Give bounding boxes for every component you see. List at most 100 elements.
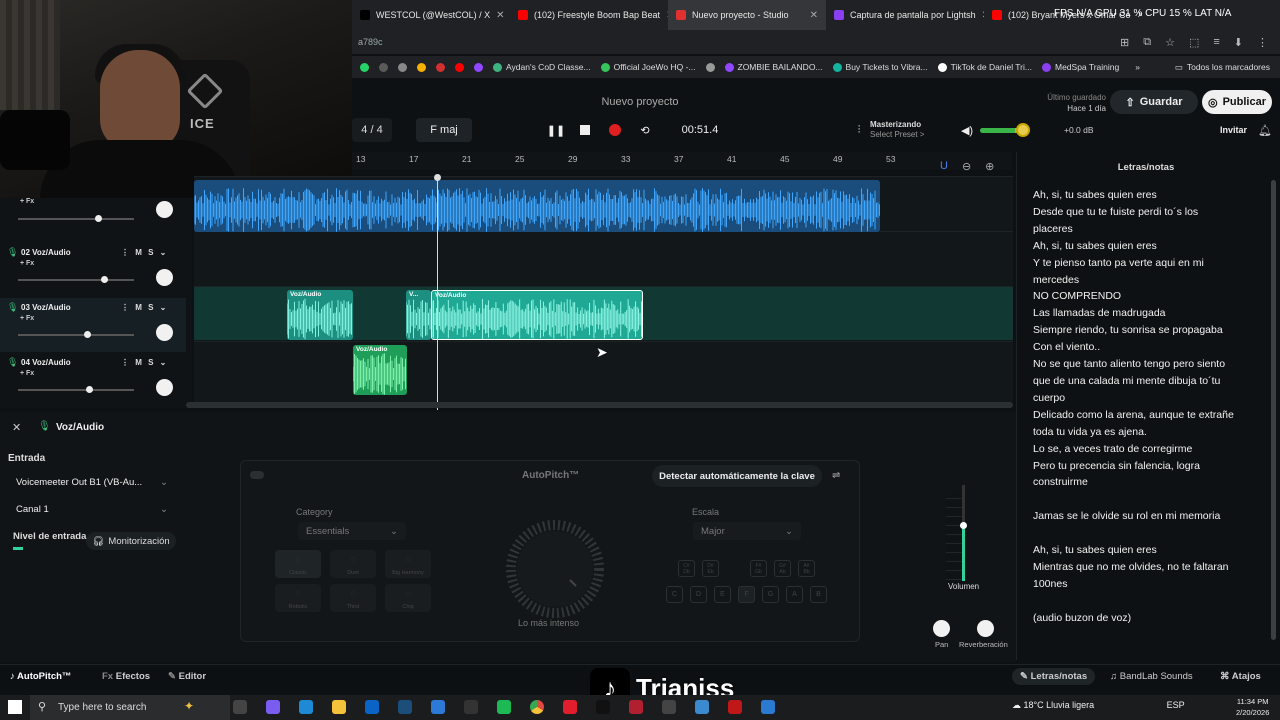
sharp-note-key[interactable]: A# Bb [798, 560, 815, 577]
note-key[interactable]: D [690, 586, 707, 603]
track-header[interactable]: 🎙︎ 04 Voz/Audio ⋮ M S ⌄ + Fx [0, 353, 186, 407]
spotify-icon[interactable] [497, 700, 511, 714]
note-key[interactable]: E [714, 586, 731, 603]
browser-tab[interactable]: Captura de pantalla por Lightsh✕ [826, 0, 984, 30]
outlook-icon[interactable] [365, 700, 379, 714]
monitoring-button[interactable]: 🎧︎ Monitorización [86, 532, 176, 550]
track-volume-slider[interactable] [18, 279, 134, 281]
note-key[interactable]: C [666, 586, 683, 603]
tab-effects[interactable]: Fx Efectos [102, 671, 150, 682]
channel-dropdown[interactable]: Canal 1 ⌄ [8, 499, 176, 519]
save-button[interactable]: ⇧ Guardar [1110, 90, 1198, 114]
mastering-selector[interactable]: Masterizando Select Preset > [870, 120, 970, 140]
speaker-icon[interactable]: ◀) [960, 118, 974, 142]
bookmark-item[interactable] [436, 62, 445, 72]
tracks-area[interactable]: Voz/Audio V... Voz/Audio Voz/Audio [194, 176, 1013, 402]
close-tab-icon[interactable]: ✕ [810, 10, 818, 21]
bookmark-item[interactable] [705, 62, 715, 72]
task-view-icon[interactable] [233, 700, 247, 714]
file-explorer-icon[interactable] [332, 700, 346, 714]
intensity-knob[interactable] [500, 514, 610, 624]
audio-clip[interactable]: Voz/Audio [431, 290, 643, 340]
track-volume-slider[interactable] [18, 334, 134, 336]
bookmark-item[interactable]: TikTok de Daniel Tri... [937, 62, 1032, 72]
copilot-icon[interactable] [266, 700, 280, 714]
pause-button[interactable]: ❚❚ [545, 118, 567, 142]
track-fx-button[interactable]: + Fx [20, 260, 34, 267]
effect-button[interactable]: ◌ Duet [330, 550, 376, 578]
audio-clip[interactable]: Voz/Audio [353, 345, 407, 395]
bookmark-item[interactable]: Buy Tickets to Vibra... [832, 62, 928, 72]
autopitch-toggle[interactable] [250, 471, 264, 479]
volume-fader[interactable] [962, 485, 965, 581]
track-volume-handle[interactable] [95, 215, 103, 222]
bookmark-item[interactable] [398, 62, 407, 72]
track-volume-handle[interactable] [85, 386, 93, 393]
track-pan-knob[interactable] [156, 269, 173, 286]
sharp-note-key[interactable]: F# Gb [750, 560, 767, 577]
browser-tab[interactable]: (102) Freestyle Boom Bap Beat✕ [510, 0, 668, 30]
app-icon[interactable] [629, 700, 643, 714]
reverb-knob[interactable] [977, 620, 994, 637]
note-key[interactable]: B [810, 586, 827, 603]
audio-clip[interactable] [194, 180, 880, 232]
magnet-icon[interactable]: U [940, 160, 948, 173]
bookmark-item[interactable]: MedSpa Training [1041, 62, 1119, 72]
category-dropdown[interactable]: Essentials ⌄ [298, 522, 406, 540]
effect-button[interactable]: ◌ Big Harmony [385, 550, 431, 578]
track-volume-handle[interactable] [101, 276, 108, 283]
copilot-sparkle-icon[interactable]: ✦ [184, 699, 194, 713]
windows-start-icon[interactable] [8, 700, 22, 714]
zoom-in-icon[interactable]: ⊕ [985, 160, 994, 173]
install-icon[interactable]: ⊞ [1120, 36, 1129, 49]
taskbar-clock[interactable]: 11:34 PM 2/20/2026 [1236, 696, 1269, 718]
bookmark-item[interactable]: ZOMBIE BAILANDO... [724, 62, 823, 72]
extensions-icon[interactable]: ⬚ [1189, 36, 1199, 49]
bookmark-item[interactable]: Official JoeWo HQ -... [600, 62, 696, 72]
track-header[interactable]: 🎙︎ 03 Voz/Audio ⋮ M S ⌄ + Fx [0, 298, 186, 352]
menu-icon[interactable]: ⋮ [1257, 36, 1268, 49]
tab-editor[interactable]: ✎ Editor [168, 671, 206, 682]
lyrics-editor[interactable]: Ah, si, tu sabes quien eres Desde que tu … [1033, 187, 1257, 627]
mastering-icon[interactable]: ⫶ [850, 118, 868, 142]
app-icon[interactable] [695, 700, 709, 714]
playhead-handle[interactable] [434, 174, 441, 181]
download-icon[interactable]: ⬇ [1234, 36, 1243, 49]
track-pan-knob[interactable] [156, 379, 173, 396]
bookmark-item[interactable] [474, 62, 483, 72]
track-header[interactable]: 🎙︎ 02 Voz/Audio ⋮ M S ⌄ + Fx [0, 243, 186, 297]
volume-fader-handle[interactable] [960, 522, 967, 529]
track-fx-button[interactable]: + Fx [20, 315, 34, 322]
store-icon[interactable] [431, 700, 445, 714]
settings-sliders-icon[interactable]: ⇌ [832, 470, 840, 481]
chrome-icon[interactable] [530, 700, 544, 714]
bookmarks-overflow-icon[interactable]: » [1135, 62, 1140, 72]
key-selector[interactable]: F maj [416, 118, 472, 142]
app-icon[interactable] [662, 700, 676, 714]
bookmark-item[interactable]: Aydan's CoD Classe... [493, 62, 591, 72]
track-volume-slider[interactable] [18, 218, 134, 220]
track-volume-handle[interactable] [83, 331, 91, 338]
language-indicator[interactable]: ESP [1167, 700, 1185, 710]
playlist-icon[interactable]: ≡ [1213, 36, 1219, 49]
time-signature[interactable]: 4 / 4 [352, 118, 392, 142]
all-bookmarks[interactable]: ▭ Todos los marcadores [1175, 62, 1280, 73]
publish-button[interactable]: ◎ Publicar [1202, 90, 1272, 114]
app-icon[interactable] [728, 700, 742, 714]
stop-button[interactable] [574, 118, 596, 142]
effect-button[interactable]: ◌ Chip [385, 584, 431, 612]
detect-key-button[interactable]: Detectar automáticamente la clave [652, 465, 822, 487]
tab-autopitch[interactable]: ♪ AutoPitch™ [10, 671, 71, 682]
audio-clip[interactable]: V... [406, 290, 431, 340]
track-fx-button[interactable]: + Fx [20, 198, 34, 205]
input-device-dropdown[interactable]: Voicemeeter Out B1 (VB-Au... ⌄ [8, 472, 176, 492]
effect-button[interactable]: ◌ Classic [275, 550, 321, 578]
effect-button[interactable]: ◌ Third [330, 584, 376, 612]
track-header[interactable]: + Fx [0, 188, 186, 242]
record-button[interactable] [604, 118, 626, 142]
cast-icon[interactable]: ⧉ [1143, 36, 1151, 49]
invite-button[interactable]: Invitar [1220, 125, 1247, 135]
track-pan-knob[interactable] [156, 324, 173, 341]
track-lane[interactable] [194, 231, 1013, 285]
notifications-icon[interactable]: 🔔︎ [1258, 124, 1272, 137]
